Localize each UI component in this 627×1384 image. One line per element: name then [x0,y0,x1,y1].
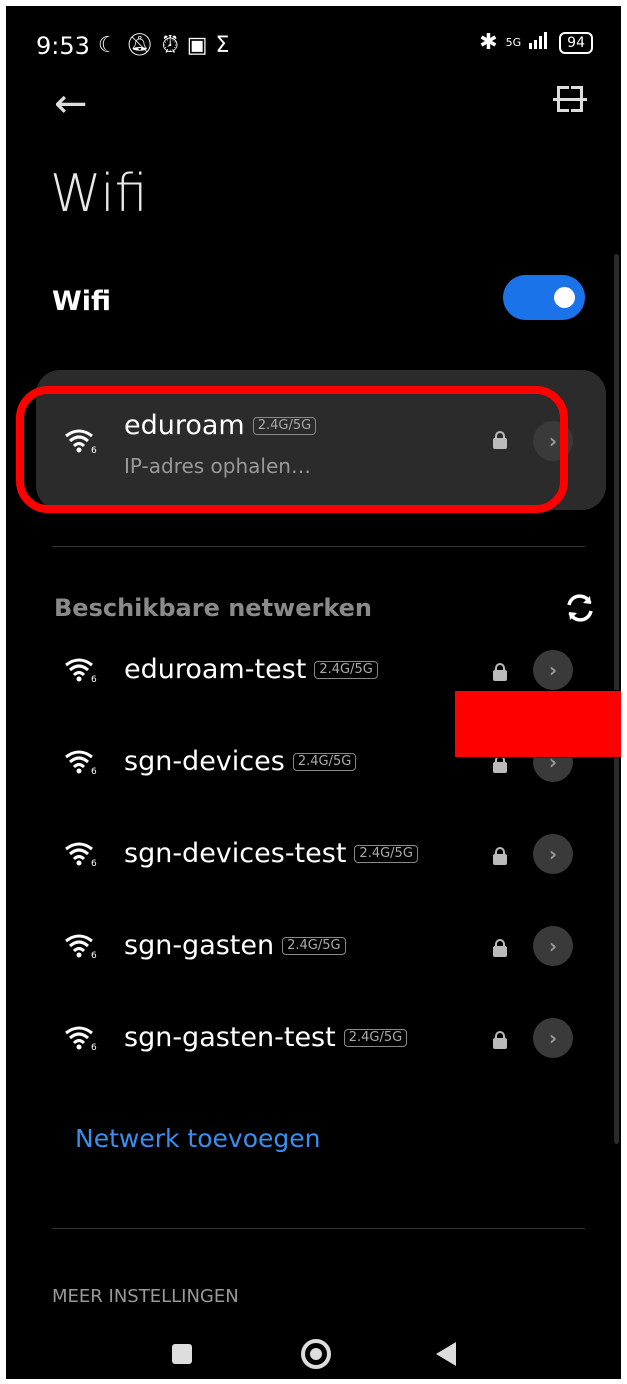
network-row[interactable]: 6 sgn-gasten 2.4G/5G › [6,916,621,976]
wifi-signal-icon: 6 [65,842,97,867]
band-badge: 2.4G/5G [292,752,357,771]
page-title: Wifi [50,164,148,224]
network-row[interactable]: 6 sgn-devices-test 2.4G/5G › [6,824,621,884]
bluetooth-icon: ✱ [479,30,498,55]
network-ssid: sgn-gasten-test [124,1022,336,1053]
svg-text:6: 6 [91,1043,97,1051]
network-row[interactable]: 6 sgn-gasten-test 2.4G/5G › [6,1008,621,1068]
band-badge: 2.4G/5G [282,936,346,955]
network-details-button[interactable]: › [533,650,573,690]
more-settings-heading: MEER INSTELLINGEN [52,1286,239,1307]
network-type: 5G [505,35,522,49]
wifi-signal-icon: 6 [65,1026,97,1051]
mute-icon: 🔕︎ [125,33,154,58]
back-arrow-icon[interactable]: ← [54,81,88,127]
lock-icon [493,939,507,957]
divider [52,1228,585,1229]
scan-qr-icon[interactable] [553,86,587,112]
nav-back-icon[interactable] [436,1342,456,1366]
wifi-toggle-label: Wifi [52,286,112,317]
svg-text:6: 6 [91,859,97,867]
wifi-toggle-switch[interactable] [503,275,585,320]
network-ssid: eduroam-test [124,654,307,685]
network-ssid: sgn-devices [124,746,285,777]
toggle-knob [554,287,575,308]
network-ssid: sgn-gasten [124,930,275,961]
wifi-signal-icon: 6 [65,934,97,959]
network-details-button[interactable]: › [533,926,573,966]
wifi-signal-icon: 6 [65,658,97,683]
alarm-icon: ⏰︎ [161,33,179,58]
available-networks-heading: Beschikbare netwerken [54,594,372,622]
network-details-button[interactable]: › [533,834,573,874]
status-bar-left: 9:53 ☾ 🔕︎ ⏰︎ ▣ Σ [36,28,229,64]
highlight-annotation [16,386,568,513]
status-bar-right: ✱ 5G 94 [479,30,593,55]
sigma-icon: Σ [215,33,230,58]
band-badge: 2.4G/5G [354,844,418,863]
signal-icon [529,30,551,55]
band-badge: 2.4G/5G [343,1028,408,1047]
band-badge: 2.4G/5G [314,660,378,679]
moon-icon: ☾ [97,33,118,58]
lock-icon [493,755,507,773]
recent-apps-icon[interactable] [172,1344,192,1364]
svg-text:6: 6 [91,675,97,683]
lock-icon [493,1031,507,1049]
redaction-box [454,690,621,758]
phone-screen: 9:53 ☾ 🔕︎ ⏰︎ ▣ Σ ✱ 5G 94 ← Wifi Wifi 6 e… [6,6,621,1379]
network-ssid: sgn-devices-test [124,838,347,869]
svg-text:6: 6 [91,951,97,959]
svg-text:6: 6 [91,767,97,775]
divider [52,546,585,547]
home-icon[interactable] [301,1339,331,1369]
network-details-button[interactable]: › [533,1018,573,1058]
lock-icon [493,847,507,865]
refresh-icon[interactable] [563,591,597,625]
add-network-link[interactable]: Netwerk toevoegen [75,1124,320,1153]
clock: 9:53 [36,32,90,60]
app-notification-icon: ▣ [186,33,208,58]
battery-indicator: 94 [559,31,593,54]
wifi-signal-icon: 6 [65,750,97,775]
lock-icon [493,663,507,681]
